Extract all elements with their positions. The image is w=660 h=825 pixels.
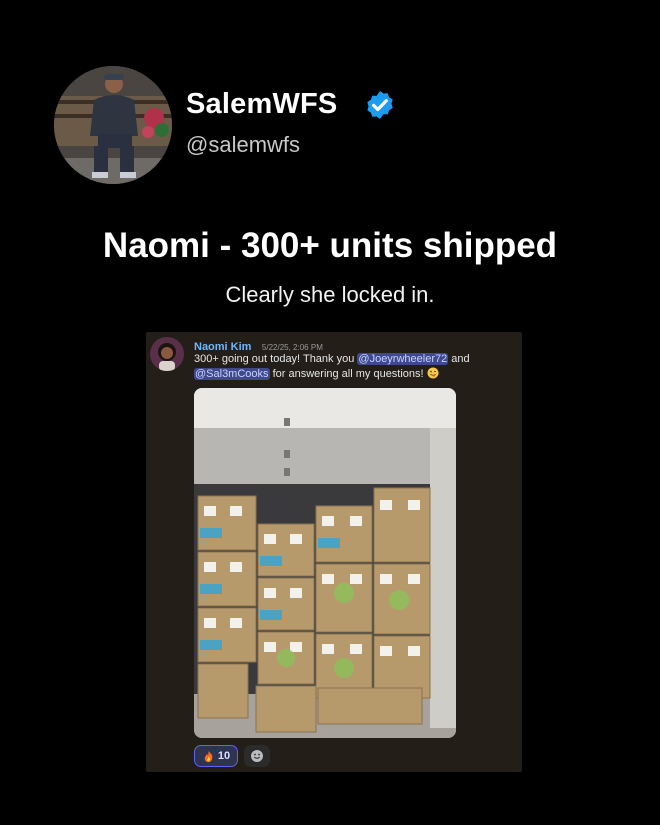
message-text: for answering all my questions! <box>269 368 427 380</box>
person-avatar-icon <box>150 337 184 371</box>
add-reaction-button[interactable] <box>244 745 270 767</box>
stacked-boxes-garage-photo-icon <box>194 388 456 738</box>
display-name[interactable]: SalemWFS <box>186 88 337 121</box>
user-mention[interactable]: @Joeyrwheeler72 <box>357 353 449 365</box>
user-handle[interactable]: @salemwfs <box>186 132 300 158</box>
post-subhead: Clearly she locked in. <box>225 282 435 307</box>
chat-timestamp: 5/22/25, 2:06 PM <box>261 343 323 352</box>
verified-badge-icon <box>367 91 393 119</box>
post-headline: Naomi - 300+ units shipped <box>102 226 558 265</box>
chat-message-text: 300+ going out today! Thank you @Joeyrwh… <box>194 352 514 382</box>
message-text: and <box>448 353 470 365</box>
winking-face-tongue-emoji-icon <box>427 367 439 379</box>
attached-photo[interactable] <box>194 388 456 738</box>
chat-author-avatar[interactable] <box>150 337 184 371</box>
person-avatar-icon <box>54 66 172 184</box>
profile-avatar[interactable] <box>54 66 172 184</box>
fire-reaction-button[interactable]: 10 <box>194 745 238 767</box>
add-reaction-icon <box>251 750 263 762</box>
reaction-count: 10 <box>217 750 231 762</box>
chat-message-card: Naomi Kim 5/22/25, 2:06 PM 300+ going ou… <box>146 332 522 772</box>
message-text: 300+ going out today! Thank you <box>194 353 358 365</box>
user-mention[interactable]: @Sal3mCooks <box>194 368 270 380</box>
fire-emoji-icon <box>204 750 213 762</box>
